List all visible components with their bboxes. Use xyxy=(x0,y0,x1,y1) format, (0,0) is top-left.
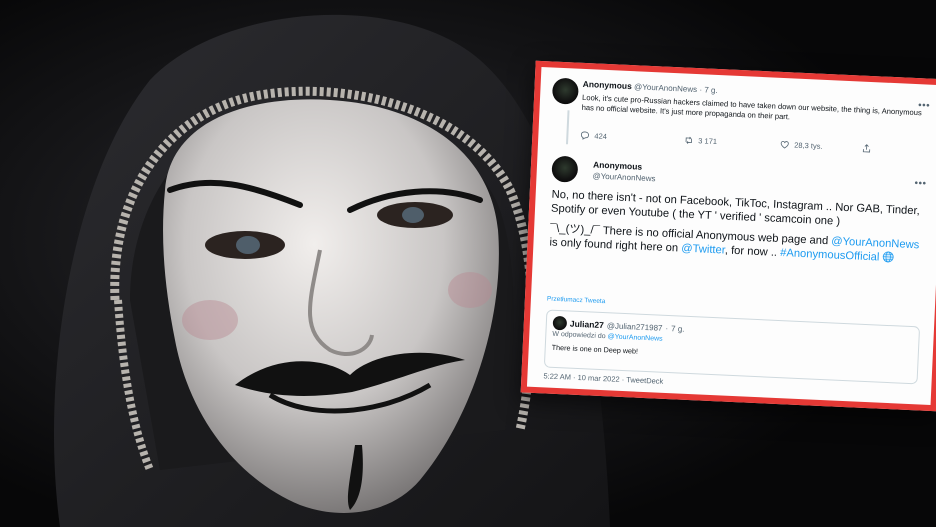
reply-icon xyxy=(580,131,589,140)
like-button[interactable]: 28,3 tys. xyxy=(780,140,823,151)
globe-icon xyxy=(883,251,894,263)
more-icon-main[interactable]: ••• xyxy=(914,178,927,190)
author-name[interactable]: Anonymous xyxy=(583,79,633,91)
quote-author-name: Julian27 xyxy=(569,318,605,331)
mention-twitter[interactable]: @Twitter xyxy=(681,243,725,257)
tweet-2-header: Anonymous @YourAnonNews xyxy=(592,159,656,184)
thread-connector xyxy=(565,110,570,145)
share-icon xyxy=(862,144,871,153)
quote-text: There is one on Deep web! xyxy=(551,342,639,356)
anonymous-avatar[interactable] xyxy=(551,77,579,105)
retweet-button[interactable]: 3 171 xyxy=(684,136,717,146)
like-count: 28,3 tys. xyxy=(793,140,823,151)
heart-icon xyxy=(780,140,789,149)
julian-avatar xyxy=(552,315,568,331)
mention-youranonnews[interactable]: @YourAnonNews xyxy=(831,235,920,251)
tweet-2-text: No, no there isn't - not on Facebook, Ti… xyxy=(549,188,926,273)
quote-reply-handle[interactable]: @YourAnonNews xyxy=(607,333,662,342)
shrug-text: ¯\_(ツ)_/¯ xyxy=(549,222,601,237)
retweet-icon xyxy=(685,136,692,144)
tweet-actions: 424 3 171 28,3 tys. xyxy=(580,131,924,161)
tweet-screenshot-card: Anonymous @YourAnonNews · 7 g. Look, it'… xyxy=(520,60,936,412)
quote-time: 7 g. xyxy=(670,323,685,334)
author-handle-main[interactable]: @YourAnonNews xyxy=(592,170,655,184)
quote-author-handle: @Julian271987 xyxy=(606,320,663,333)
hashtag-anonymousofficial[interactable]: #AnonymousOfficial xyxy=(780,247,880,263)
reply-count: 424 xyxy=(594,131,608,142)
tweet-time[interactable]: 7 g. xyxy=(704,85,718,95)
anonymous-avatar-main[interactable] xyxy=(551,155,579,183)
retweet-count: 3 171 xyxy=(698,136,718,147)
translate-tweet-link[interactable]: Przetłumacz Tweeta xyxy=(547,295,606,305)
tweet-1: Anonymous @YourAnonNews · 7 g. Look, it'… xyxy=(581,79,932,129)
reply-button[interactable]: 424 xyxy=(580,131,607,141)
share-button[interactable] xyxy=(862,144,871,153)
more-icon[interactable]: ••• xyxy=(918,100,931,112)
tweet-timestamp[interactable]: 5:22 AM · 10 mar 2022 · TweetDeck xyxy=(543,371,663,385)
author-handle[interactable]: @YourAnonNews xyxy=(634,82,697,94)
